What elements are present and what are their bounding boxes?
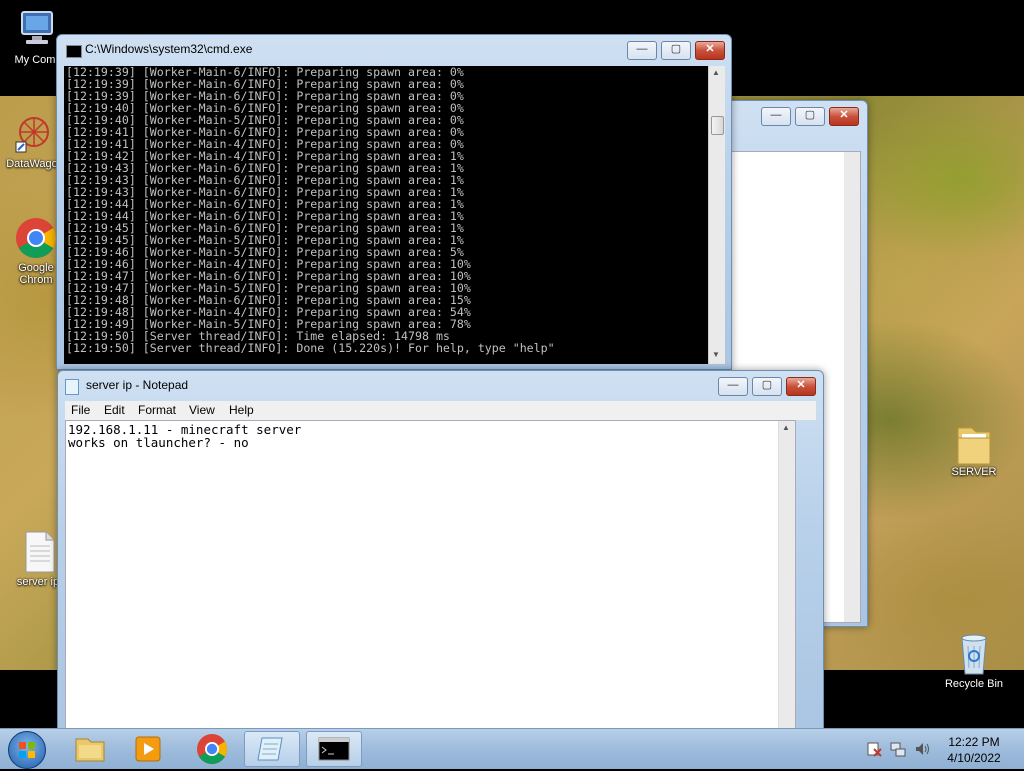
notepad-icon: [65, 379, 79, 395]
cmd-icon: [318, 737, 350, 761]
maximize-icon: ▢: [670, 43, 682, 55]
recycle-bin-icon: [952, 632, 996, 676]
scroll-down-icon[interactable]: ▼: [712, 350, 720, 359]
computer-icon: [16, 8, 60, 52]
desktop-icon-label: Recycle Bin: [944, 678, 1004, 690]
taskbar-cmd[interactable]: [306, 731, 362, 767]
network-icon[interactable]: [890, 741, 906, 757]
taskbar-notepad[interactable]: [244, 731, 300, 767]
cmd-icon: [66, 45, 82, 58]
volume-icon[interactable]: [914, 741, 930, 757]
minimize-button[interactable]: —: [761, 107, 791, 126]
vertical-scrollbar[interactable]: [844, 152, 860, 622]
notepad-window-title: server ip - Notepad: [86, 378, 189, 392]
scroll-up-icon[interactable]: ▲: [782, 423, 790, 432]
chrome-icon: [14, 216, 58, 260]
console-output: [12:19:39] [Worker-Main-6/INFO]: Prepari…: [66, 66, 555, 355]
clock-time: 12:22 PM: [948, 735, 1000, 749]
notepad-text: 192.168.1.11 - minecraft server works on…: [68, 422, 302, 450]
maximize-button[interactable]: ▢: [661, 41, 691, 60]
notepad-titlebar[interactable]: server ip - Notepad — ▢ ✕: [58, 371, 823, 401]
start-button[interactable]: [8, 731, 46, 769]
maximize-icon: ▢: [761, 379, 773, 391]
maximize-button[interactable]: ▢: [795, 107, 825, 126]
taskbar-explorer[interactable]: [62, 731, 118, 767]
menu-help[interactable]: Help: [229, 403, 254, 417]
cmd-titlebar[interactable]: C:\Windows\system32\cmd.exe — ▢ ✕: [57, 35, 731, 65]
folder-icon: [75, 738, 105, 762]
cmd-window-title: C:\Windows\system32\cmd.exe: [85, 42, 253, 56]
notepad-window[interactable]: server ip - Notepad — ▢ ✕ File Edit Form…: [57, 370, 824, 742]
action-center-icon[interactable]: [866, 741, 882, 757]
close-button[interactable]: ✕: [695, 41, 725, 60]
taskbar: 12:22 PM 4/10/2022: [0, 728, 1024, 769]
minimize-icon: —: [727, 379, 739, 391]
taskbar-media-player[interactable]: [120, 731, 176, 767]
minimize-button[interactable]: —: [627, 41, 657, 60]
chrome-icon: [197, 734, 228, 765]
minimize-icon: —: [636, 43, 648, 55]
scrollbar-thumb[interactable]: [711, 116, 724, 135]
desktop-icon-recycle-bin[interactable]: Recycle Bin: [936, 632, 1012, 690]
notepad-menubar: File Edit Format View Help: [65, 401, 816, 420]
clock-date: 4/10/2022: [947, 751, 1001, 765]
close-icon: ✕: [705, 43, 715, 55]
close-icon: ✕: [796, 379, 806, 391]
vertical-scrollbar[interactable]: ▲: [778, 421, 795, 731]
menu-file[interactable]: File: [71, 403, 90, 417]
system-clock[interactable]: 12:22 PM 4/10/2022: [940, 734, 1008, 766]
console-output-area[interactable]: [12:19:39] [Worker-Main-6/INFO]: Prepari…: [64, 66, 708, 364]
close-button[interactable]: ✕: [786, 377, 816, 396]
windows-logo-icon: [19, 742, 35, 758]
close-button[interactable]: ✕: [829, 107, 859, 126]
menu-view[interactable]: View: [189, 403, 215, 417]
menu-format[interactable]: Format: [138, 403, 176, 417]
maximize-icon: ▢: [804, 109, 816, 121]
folder-icon: [952, 420, 996, 465]
close-icon: ✕: [839, 109, 849, 121]
datawago-icon: [10, 112, 54, 156]
text-file-icon: [16, 530, 60, 574]
vertical-scrollbar[interactable]: ▲ ▼: [708, 66, 725, 364]
taskbar-chrome[interactable]: [184, 731, 240, 767]
menu-edit[interactable]: Edit: [104, 403, 125, 417]
media-player-icon: [135, 736, 161, 762]
notepad-icon: [257, 737, 283, 761]
notepad-text-area[interactable]: 192.168.1.11 - minecraft server works on…: [65, 420, 796, 732]
cmd-window[interactable]: C:\Windows\system32\cmd.exe — ▢ ✕ [12:19…: [56, 34, 732, 370]
scroll-up-icon[interactable]: ▲: [712, 68, 720, 77]
minimize-icon: —: [770, 109, 782, 121]
desktop-icon-server-folder[interactable]: SERVER: [936, 420, 1012, 478]
minimize-button[interactable]: —: [718, 377, 748, 396]
maximize-button[interactable]: ▢: [752, 377, 782, 396]
